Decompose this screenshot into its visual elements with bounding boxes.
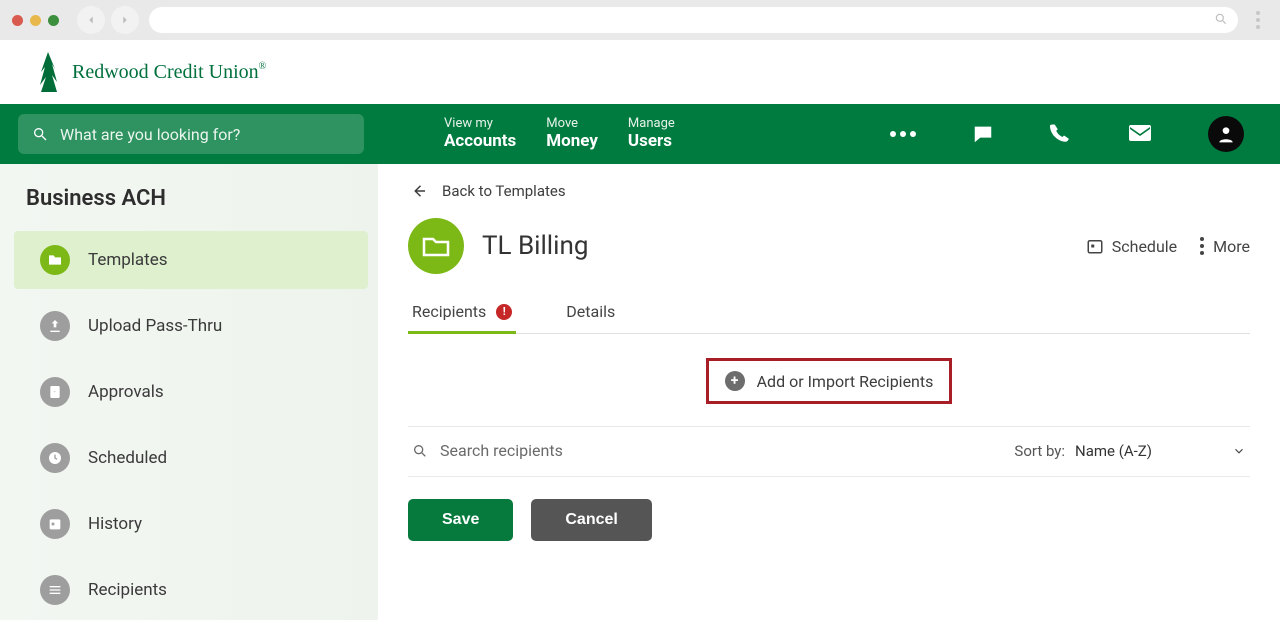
sort-select[interactable]: Name (A-Z) [1075, 442, 1246, 460]
mail-icon[interactable] [1128, 124, 1152, 144]
sidebar-item-label: Recipients [88, 580, 167, 600]
plus-circle-icon: + [725, 371, 745, 391]
global-search-input[interactable]: What are you looking for? [18, 114, 364, 154]
tab-details[interactable]: Details [562, 302, 619, 333]
cancel-button[interactable]: Cancel [531, 499, 651, 541]
sidebar-item-templates[interactable]: Templates [14, 231, 368, 289]
page-title: TL Billing [482, 231, 588, 261]
sidebar-item-label: History [88, 514, 142, 534]
calendar-day-icon [40, 509, 70, 539]
global-search-placeholder: What are you looking for? [60, 125, 240, 144]
logo-strip: Redwood Credit Union® [0, 40, 1280, 104]
primary-nav: What are you looking for? View my Accoun… [0, 104, 1280, 164]
folder-icon [40, 245, 70, 275]
alert-badge-icon: ! [496, 304, 512, 320]
list-icon [40, 575, 70, 605]
sidebar: Business ACH Templates Upload Pass-Thru … [0, 164, 378, 620]
redwood-tree-icon [34, 52, 62, 92]
sidebar-item-scheduled[interactable]: Scheduled [14, 429, 368, 487]
sidebar-item-label: Scheduled [88, 448, 167, 468]
clock-icon [40, 443, 70, 473]
sidebar-item-label: Upload Pass-Thru [88, 316, 222, 336]
browser-chrome [0, 0, 1280, 40]
schedule-button[interactable]: Schedule [1086, 237, 1177, 256]
nav-accounts[interactable]: View my Accounts [444, 117, 516, 151]
search-recipients-input[interactable]: Search recipients [412, 441, 563, 460]
browser-forward-button[interactable] [111, 6, 139, 34]
arrow-left-icon [410, 182, 428, 200]
nav-users[interactable]: Manage Users [628, 117, 675, 151]
check-clipboard-icon [40, 377, 70, 407]
minimize-window-icon[interactable] [30, 15, 41, 26]
content-area: Back to Templates TL Billing Schedule Mo… [378, 164, 1280, 620]
nav-money[interactable]: Move Money [546, 117, 598, 151]
brand-logo[interactable]: Redwood Credit Union® [34, 52, 266, 92]
back-to-templates-link[interactable]: Back to Templates [408, 178, 1250, 218]
url-bar[interactable] [149, 7, 1238, 33]
sidebar-item-history[interactable]: History [14, 495, 368, 553]
sidebar-item-label: Templates [88, 250, 168, 270]
traffic-lights [12, 15, 59, 26]
profile-avatar[interactable] [1208, 116, 1244, 152]
sidebar-item-approvals[interactable]: Approvals [14, 363, 368, 421]
add-import-recipients-button[interactable]: + Add or Import Recipients [719, 367, 940, 395]
tabs: Recipients ! Details [408, 302, 1250, 334]
more-vertical-icon [1199, 237, 1205, 255]
sidebar-item-upload-pass-thru[interactable]: Upload Pass-Thru [14, 297, 368, 355]
upload-icon [40, 311, 70, 341]
sidebar-item-label: Approvals [88, 382, 164, 402]
search-icon [32, 126, 48, 142]
highlight-annotation: + Add or Import Recipients [706, 358, 953, 404]
sidebar-item-recipients[interactable]: Recipients [14, 561, 368, 619]
brand-name: Redwood Credit Union® [72, 61, 266, 84]
phone-icon[interactable] [1050, 123, 1072, 145]
close-window-icon[interactable] [12, 15, 23, 26]
messages-icon[interactable] [972, 123, 994, 145]
person-icon [1216, 124, 1236, 144]
template-folder-icon [408, 218, 464, 274]
maximize-window-icon[interactable] [48, 15, 59, 26]
save-button[interactable]: Save [408, 499, 513, 541]
sort-label: Sort by: [1014, 442, 1065, 460]
more-apps-icon[interactable] [890, 131, 916, 137]
more-button[interactable]: More [1199, 237, 1250, 256]
calendar-icon [1086, 237, 1104, 255]
browser-menu-button[interactable] [1248, 11, 1268, 29]
chevron-down-icon [1232, 444, 1246, 458]
search-icon [1214, 11, 1228, 30]
tab-recipients[interactable]: Recipients ! [408, 302, 516, 333]
search-icon [412, 443, 428, 459]
sidebar-heading: Business ACH [0, 176, 378, 227]
browser-back-button[interactable] [77, 6, 105, 34]
